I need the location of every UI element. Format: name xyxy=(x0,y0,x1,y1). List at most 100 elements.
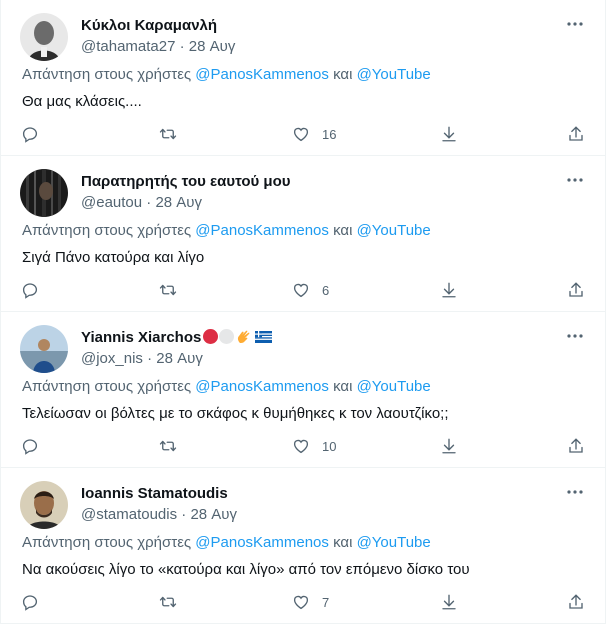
download-icon xyxy=(442,282,456,298)
reply-button[interactable] xyxy=(21,435,39,457)
tweet-date[interactable]: 28 Αυγ xyxy=(155,194,202,211)
handle-line: @jox_nis · 28 Αυγ xyxy=(81,350,203,367)
more-icon[interactable] xyxy=(565,326,585,346)
separator: · xyxy=(175,38,189,55)
tweet-date[interactable]: 28 Αυγ xyxy=(189,38,236,55)
handle-line: @eautou · 28 Αυγ xyxy=(81,194,202,211)
tweet[interactable]: Παρατηρητής του εαυτού μου @eautou · 28 … xyxy=(1,156,605,312)
action-bar: 6 xyxy=(1,279,605,301)
action-bar: 7 xyxy=(1,591,605,613)
like-count: 16 xyxy=(322,126,337,142)
reply-button[interactable] xyxy=(21,591,39,613)
tweet-date[interactable]: 28 Αυγ xyxy=(156,350,203,367)
tweet[interactable]: Yiannis Xiarchos @jox_nis · 28 Αυγ Απάντ… xyxy=(1,312,605,468)
handle-line: @tahamata27 · 28 Αυγ xyxy=(81,38,235,55)
download-button[interactable] xyxy=(440,435,458,457)
reply-context: Απάντηση στους χρήστες @PanosKammenos κα… xyxy=(22,66,431,83)
reply-button[interactable] xyxy=(21,279,39,301)
display-name[interactable]: Κύκλοι Καραμανλή xyxy=(81,17,217,34)
like-icon xyxy=(293,439,309,454)
share-button[interactable] xyxy=(567,279,585,301)
more-icon[interactable] xyxy=(565,170,585,190)
retweet-icon xyxy=(159,284,177,296)
tweet-text: Θα μας κλάσεις.... xyxy=(22,93,142,110)
mention-link[interactable]: @YouTube xyxy=(357,378,431,395)
reply-context: Απάντηση στους χρήστες @PanosKammenos κα… xyxy=(22,222,431,239)
download-button[interactable] xyxy=(440,591,458,613)
handle-line: @stamatoudis · 28 Αυγ xyxy=(81,506,237,523)
handle[interactable]: @eautou xyxy=(81,194,142,211)
share-button[interactable] xyxy=(567,435,585,457)
download-button[interactable] xyxy=(440,123,458,145)
mention-link[interactable]: @YouTube xyxy=(357,222,431,239)
display-name[interactable]: Παρατηρητής του εαυτού μου xyxy=(81,173,291,190)
mention-link[interactable]: @YouTube xyxy=(357,534,431,551)
display-name[interactable]: Ioannis Stamatoudis xyxy=(81,485,228,502)
share-button[interactable] xyxy=(567,123,585,145)
like-button[interactable]: 16 xyxy=(292,123,336,145)
display-name: Yiannis Xiarchos xyxy=(81,329,273,346)
share-icon xyxy=(569,282,583,297)
greek-flag-emoji xyxy=(255,330,273,343)
retweet-button[interactable] xyxy=(159,123,177,145)
like-count: 7 xyxy=(322,594,330,610)
reply-conjunction: και xyxy=(328,534,357,551)
handle[interactable]: @tahamata27 xyxy=(81,38,175,55)
reply-icon xyxy=(22,439,38,455)
like-button[interactable]: 10 xyxy=(292,435,336,457)
display-name-text[interactable]: Yiannis Xiarchos xyxy=(81,329,201,346)
separator: · xyxy=(177,506,191,523)
retweet-button[interactable] xyxy=(159,591,177,613)
avatar[interactable] xyxy=(20,325,68,373)
retweet-icon xyxy=(159,440,177,452)
share-icon xyxy=(569,126,583,141)
retweet-icon xyxy=(159,596,177,608)
share-icon xyxy=(569,438,583,453)
reply-icon xyxy=(22,283,38,299)
retweet-icon xyxy=(159,128,177,140)
action-bar: 16 xyxy=(1,123,605,145)
more-icon[interactable] xyxy=(565,14,585,34)
share-icon xyxy=(569,594,583,609)
like-button[interactable]: 6 xyxy=(292,279,329,301)
reply-icon xyxy=(22,127,38,143)
reply-feed: Κύκλοι Καραμανλή @tahamata27 · 28 Αυγ Απ… xyxy=(0,0,606,624)
tweet-text: Να ακούσεις λίγο το «κατούρα και λίγο» α… xyxy=(22,561,470,578)
mention-link[interactable]: @PanosKammenos xyxy=(195,534,329,551)
tweet-date[interactable]: 28 Αυγ xyxy=(190,506,237,523)
reply-icon xyxy=(22,595,38,611)
reply-context: Απάντηση στους χρήστες @PanosKammenos κα… xyxy=(22,534,431,551)
retweet-button[interactable] xyxy=(159,279,177,301)
retweet-button[interactable] xyxy=(159,435,177,457)
separator: · xyxy=(142,194,156,211)
like-icon xyxy=(293,595,309,610)
like-button[interactable]: 7 xyxy=(292,591,329,613)
download-icon xyxy=(442,438,456,454)
more-icon[interactable] xyxy=(565,482,585,502)
handle[interactable]: @jox_nis xyxy=(81,350,143,367)
tweet-text: Τελείωσαν οι βόλτες με το σκάφος κ θυμήθ… xyxy=(22,405,449,422)
clapping-hands-emoji xyxy=(236,329,252,344)
tweet[interactable]: Κύκλοι Καραμανλή @tahamata27 · 28 Αυγ Απ… xyxy=(1,0,605,156)
red-circle-emoji xyxy=(203,329,219,344)
avatar[interactable] xyxy=(20,481,68,529)
like-count: 6 xyxy=(322,282,330,298)
white-circle-emoji xyxy=(219,329,235,344)
handle[interactable]: @stamatoudis xyxy=(81,506,177,523)
tweet[interactable]: Ioannis Stamatoudis @stamatoudis · 28 Αυ… xyxy=(1,468,605,624)
share-button[interactable] xyxy=(567,591,585,613)
mention-link[interactable]: @PanosKammenos xyxy=(195,378,329,395)
reply-prefix: Απάντηση στους χρήστες xyxy=(22,378,196,395)
mention-link[interactable]: @PanosKammenos xyxy=(195,222,329,239)
mention-link[interactable]: @YouTube xyxy=(357,66,431,83)
avatar[interactable] xyxy=(20,13,68,61)
reply-conjunction: και xyxy=(328,378,357,395)
mention-link[interactable]: @PanosKammenos xyxy=(195,66,329,83)
reply-button[interactable] xyxy=(21,123,39,145)
separator: · xyxy=(142,350,157,367)
reply-conjunction: και xyxy=(328,222,357,239)
avatar[interactable] xyxy=(20,169,68,217)
like-icon xyxy=(293,127,309,142)
reply-conjunction: και xyxy=(328,66,357,83)
download-button[interactable] xyxy=(440,279,458,301)
